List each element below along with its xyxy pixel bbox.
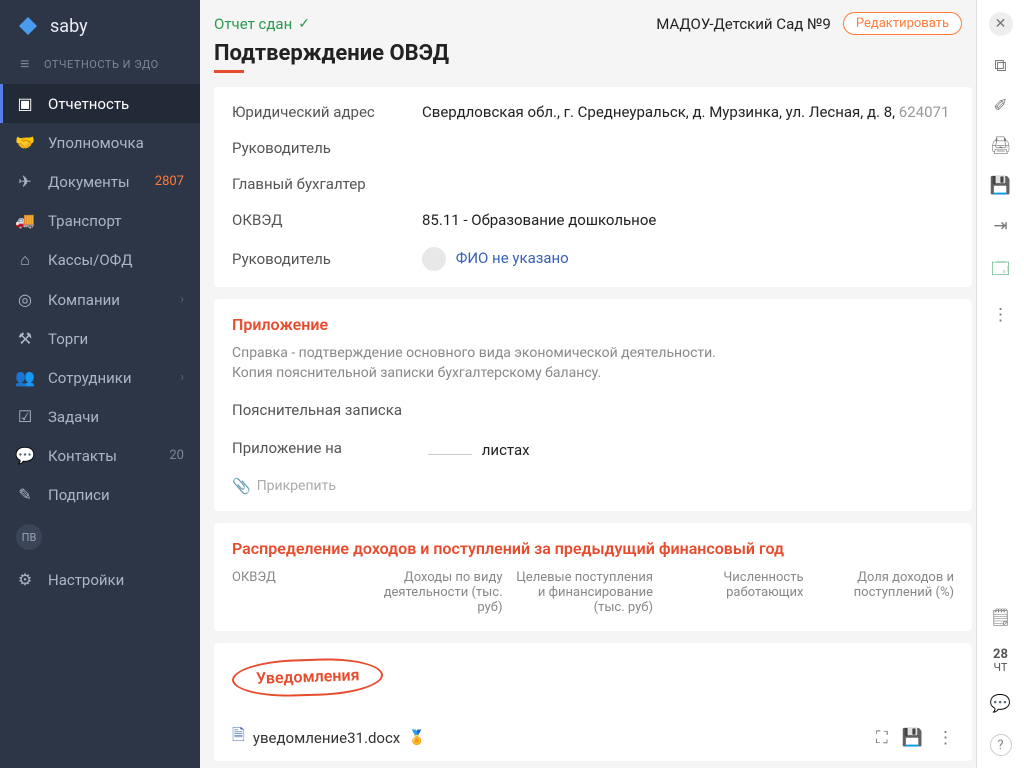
income-table-header: ОКВЭД Доходы по виду деятельности (тыс. …: [232, 570, 954, 615]
close-button[interactable]: ✕: [989, 12, 1013, 36]
status-badge: Отчет сдан ✓: [214, 15, 310, 33]
address-value: Свердловская обл., г. Среднеуральск, д. …: [422, 103, 949, 121]
sidebar-item-signatures[interactable]: ✎ Подписи: [0, 475, 200, 514]
chevron-right-icon: ›: [180, 292, 184, 307]
sidebar-item-tasks[interactable]: ☑ Задачи: [0, 397, 200, 436]
sheets-label: Приложение на: [232, 439, 422, 457]
sheets-value: листах: [422, 437, 530, 459]
title-underline: [214, 70, 244, 73]
sidebar-item-employees[interactable]: 👥 Сотрудники ›: [0, 358, 200, 397]
handshake-icon: 🤝: [16, 133, 34, 152]
avatar[interactable]: ПВ: [16, 524, 42, 550]
note-label: Пояснительная записка: [232, 401, 422, 419]
appendix-title: Приложение: [232, 315, 954, 334]
accountant-label: Главный бухгалтер: [232, 175, 422, 193]
brand-icon: [16, 14, 40, 38]
send-icon[interactable]: ⇥: [993, 216, 1007, 236]
help-button[interactable]: ?: [990, 734, 1012, 756]
edit-note-icon[interactable]: ✐: [993, 96, 1007, 116]
appendix-description: Справка - подтверждение основного вида э…: [232, 344, 954, 383]
notifications-card: Уведомления 🗎 уведомление31.docx 🏅 ⛶ 💾 ⋮: [214, 643, 972, 761]
more-icon[interactable]: ⋮: [937, 728, 954, 748]
sidebar-item-companies[interactable]: ◎ Компании ›: [0, 280, 200, 319]
sidebar-item-torgi[interactable]: ⚒ Торги: [0, 319, 200, 358]
people-icon: 👥: [16, 368, 34, 387]
gear-icon: ⚙: [16, 570, 34, 589]
folder-icon: ▣: [16, 94, 34, 113]
menu-icon: ≡: [16, 54, 34, 74]
sidebar-item-contacts[interactable]: 💬 Контакты 20: [0, 436, 200, 475]
date-badge[interactable]: 28 ЧТ: [993, 648, 1008, 674]
edit-button[interactable]: Редактировать: [843, 12, 962, 35]
save-disk-icon[interactable]: 💾: [990, 176, 1011, 196]
sidebar: saby ≡ ОТЧЕТНОСТЬ И ЭДО ▣ Отчетность 🤝 У…: [0, 0, 200, 768]
main: Отчет сдан ✓ МАДОУ-Детский Сад №9 Редакт…: [200, 0, 1024, 768]
director2-label: Руководитель: [232, 250, 422, 268]
brand-text: saby: [50, 16, 88, 37]
sidebar-item-kassy[interactable]: ⌂ Кассы/ОФД: [0, 240, 200, 280]
paperclip-icon: 📎: [232, 477, 251, 495]
okved-value: 85.11 - Образование дошкольное: [422, 211, 656, 229]
address-label: Юридический адрес: [232, 103, 422, 121]
attach-link[interactable]: 📎 Прикрепить: [232, 477, 954, 495]
paper-plane-icon: ✈: [16, 172, 34, 191]
notifications-title: Уведомления: [231, 657, 384, 699]
save-icon[interactable]: 💾: [902, 728, 923, 748]
avatar-placeholder-icon: [422, 247, 446, 271]
truck-icon: 🚚: [16, 211, 34, 230]
page-title: Подтверждение ОВЭД: [214, 41, 976, 66]
content: Отчет сдан ✓ МАДОУ-Детский Сад №9 Редакт…: [200, 0, 976, 768]
print-icon[interactable]: 🖨: [990, 136, 1012, 156]
director2-value[interactable]: ФИО не указано: [422, 247, 569, 271]
income-card: Распределение доходов и поступлений за п…: [214, 523, 972, 631]
section-label[interactable]: ≡ ОТЧЕТНОСТЬ И ЭДО: [0, 44, 200, 84]
sheets-input[interactable]: [428, 437, 472, 455]
gavel-icon: ⚒: [16, 329, 34, 348]
check-icon: ✓: [298, 16, 310, 32]
window-icon[interactable]: ⧉: [994, 56, 1006, 76]
fullscreen-icon[interactable]: ⛶: [876, 728, 888, 748]
income-title: Распределение доходов и поступлений за п…: [232, 539, 954, 558]
file-actions: ⛶ 💾 ⋮: [876, 728, 954, 748]
attached-file[interactable]: 🗎 уведомление31.docx 🏅 ⛶ 💾 ⋮: [232, 724, 954, 751]
excel-icon[interactable]: 🗔: [991, 256, 1009, 285]
okved-label: ОКВЭД: [232, 211, 422, 229]
director-label: Руководитель: [232, 139, 422, 157]
right-rail: ✕ ⧉ ✐ 🖨 💾 ⇥ 🗔 ⋮ 🗒 28 ЧТ 💬 ?: [976, 0, 1024, 768]
sidebar-item-reports[interactable]: ▣ Отчетность: [0, 84, 200, 123]
chat-icon: 💬: [16, 446, 34, 465]
ribbon-icon: 🏅: [408, 730, 425, 746]
logo[interactable]: saby: [0, 0, 200, 44]
pen-icon: ✎: [16, 485, 34, 504]
documents-badge: 2807: [155, 174, 184, 189]
chevron-right-icon: ›: [180, 370, 184, 385]
contacts-badge: 20: [169, 448, 184, 463]
doc-icon: 🗎: [232, 724, 245, 751]
status-row: Отчет сдан ✓ МАДОУ-Детский Сад №9 Редакт…: [214, 12, 976, 35]
note2-icon[interactable]: 🗒: [990, 608, 1012, 628]
sidebar-item-documents[interactable]: ✈ Документы 2807: [0, 162, 200, 201]
appendix-card: Приложение Справка - подтверждение основ…: [214, 299, 972, 511]
org-name: МАДОУ-Детский Сад №9: [656, 15, 831, 33]
company-icon: ◎: [16, 290, 34, 309]
checklist-icon: ☑: [16, 407, 34, 426]
sidebar-item-settings[interactable]: ⚙ Настройки: [0, 560, 200, 599]
kebab-icon[interactable]: ⋮: [992, 305, 1009, 325]
details-card: Юридический адрес Свердловская обл., г. …: [214, 87, 972, 287]
sidebar-item-proxy[interactable]: 🤝 Уполномочка: [0, 123, 200, 162]
cash-icon: ⌂: [16, 250, 34, 270]
chat2-icon[interactable]: 💬: [990, 694, 1011, 714]
sidebar-item-transport[interactable]: 🚚 Транспорт: [0, 201, 200, 240]
